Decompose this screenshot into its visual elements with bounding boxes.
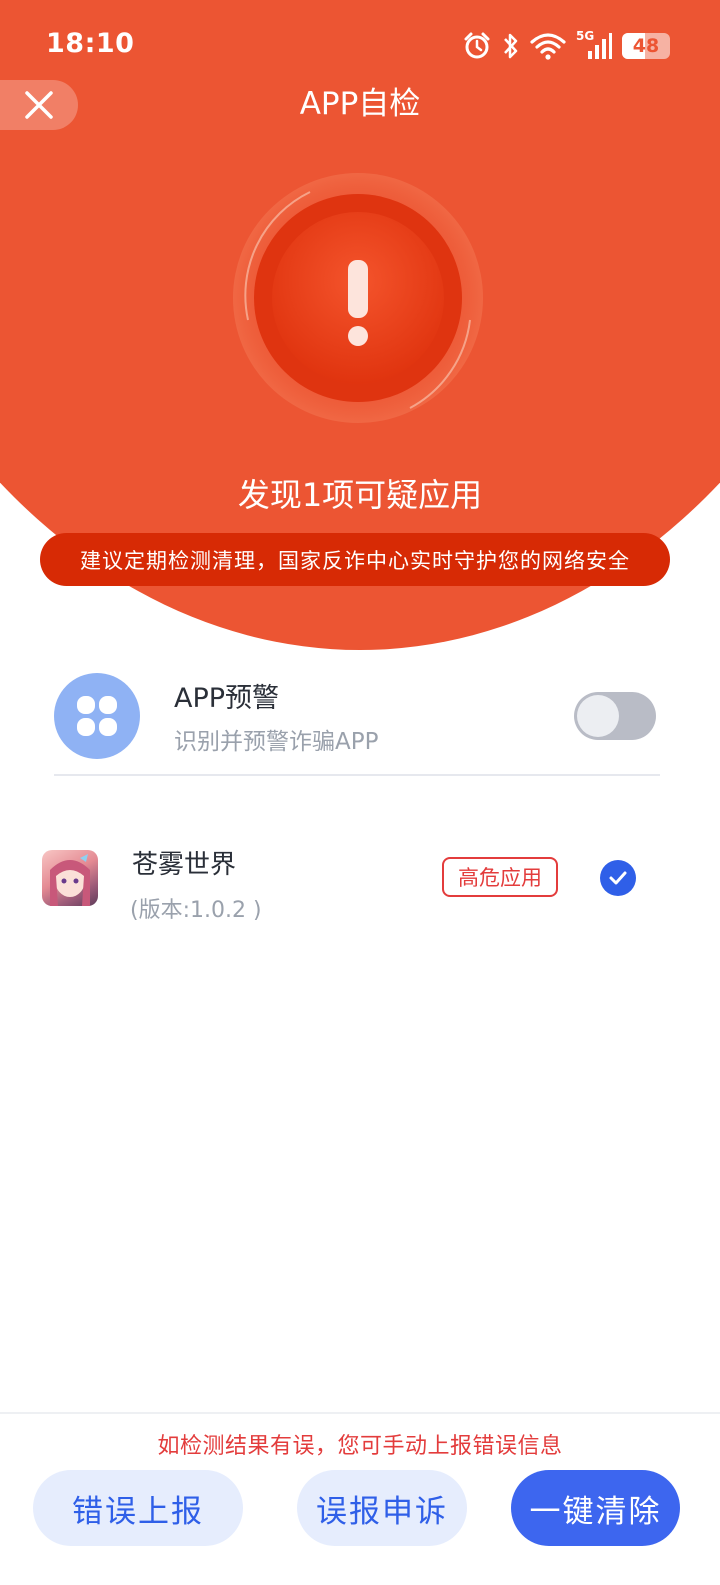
battery-level: 48 bbox=[632, 35, 660, 57]
app-warning-row: APP预警 识别并预警诈骗APP bbox=[54, 672, 660, 776]
signal-icon: 5G bbox=[576, 29, 612, 61]
app-version: (版本:1.0.2 ) bbox=[130, 898, 262, 923]
check-icon bbox=[609, 871, 627, 885]
error-report-button[interactable]: 错误上报 bbox=[33, 1470, 243, 1546]
app-name: 苍雾世界 bbox=[132, 850, 237, 880]
list-item[interactable]: 苍雾世界 (版本:1.0.2 ) 高危应用 bbox=[42, 840, 662, 930]
apps-grid-icon bbox=[54, 673, 140, 759]
battery-icon: 48 bbox=[622, 33, 670, 59]
alarm-icon bbox=[462, 31, 492, 61]
result-title: 发现1项可疑应用 bbox=[237, 476, 483, 514]
toggle-knob bbox=[577, 695, 619, 737]
feature-title: APP预警 bbox=[174, 683, 280, 714]
false-report-appeal-button[interactable]: 误报申诉 bbox=[297, 1470, 467, 1546]
app-self-check-screen: 18:10 5G 48 APP自检 发现1项可疑应用 建议定期检测清理，国家反诈… bbox=[0, 0, 720, 1585]
page-title: APP自检 bbox=[299, 86, 421, 122]
footer-hint: 如检测结果有误，您可手动上报错误信息 bbox=[157, 1434, 563, 1459]
app-avatar bbox=[42, 850, 98, 906]
feature-subtitle: 识别并预警诈骗APP bbox=[174, 729, 379, 755]
app-select-checkbox[interactable] bbox=[600, 860, 636, 896]
risk-badge: 高危应用 bbox=[442, 857, 558, 897]
footer-divider bbox=[0, 1412, 720, 1414]
warning-icon bbox=[233, 173, 483, 423]
one-click-clean-button[interactable]: 一键清除 bbox=[511, 1470, 680, 1546]
app-warning-toggle[interactable] bbox=[574, 692, 656, 740]
advice-banner: 建议定期检测清理，国家反诈中心实时守护您的网络安全 bbox=[40, 533, 670, 586]
bluetooth-icon bbox=[502, 31, 520, 61]
status-time: 18:10 bbox=[46, 28, 135, 59]
wifi-icon bbox=[530, 32, 566, 60]
status-icons: 5G 48 bbox=[462, 28, 670, 64]
